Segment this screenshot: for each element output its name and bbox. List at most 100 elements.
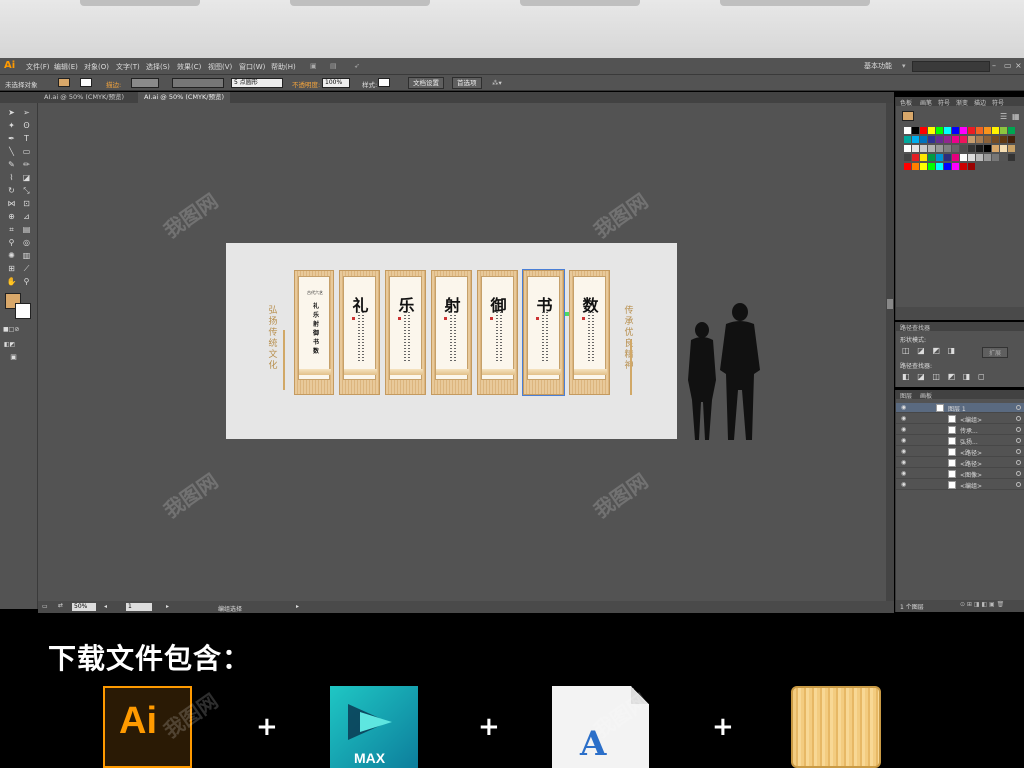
dropdown-icon[interactable]: ▾ xyxy=(902,62,906,70)
swatch[interactable] xyxy=(936,136,943,143)
lasso-tool-icon[interactable]: ʘ xyxy=(20,120,33,131)
menu-object[interactable]: 对象(O) xyxy=(84,62,109,72)
tab-stroke[interactable]: 描边 xyxy=(974,98,986,107)
swatch[interactable] xyxy=(1008,154,1015,161)
swatch[interactable] xyxy=(960,163,967,170)
swatch[interactable] xyxy=(904,154,911,161)
tab-gradient[interactable]: 渐变 xyxy=(956,98,968,107)
expand-button[interactable]: 扩展 xyxy=(982,347,1009,358)
swatch[interactable] xyxy=(984,127,991,134)
tab-symbols[interactable]: 符号 xyxy=(938,98,950,107)
visibility-eye-icon[interactable]: ◉ xyxy=(901,470,906,477)
menu-help[interactable]: 帮助(H) xyxy=(271,62,296,72)
swatch[interactable] xyxy=(920,127,927,134)
current-fill-icon[interactable] xyxy=(902,111,914,121)
swatch[interactable] xyxy=(904,127,911,134)
target-circle-icon[interactable] xyxy=(1016,482,1021,487)
swatch[interactable] xyxy=(976,145,983,152)
swatch[interactable] xyxy=(960,136,967,143)
tab-swatches[interactable]: 色板 xyxy=(900,98,912,107)
target-circle-icon[interactable] xyxy=(1016,416,1021,421)
send-icon[interactable]: ➶ xyxy=(354,62,360,70)
shape-mode-icons[interactable]: ◫ ◪ ◩ ◨ xyxy=(902,346,955,355)
panel-li[interactable]: 礼 xyxy=(339,270,380,395)
swatch[interactable] xyxy=(952,154,959,161)
blob-brush-tool-icon[interactable]: ⌇ xyxy=(5,172,18,183)
visibility-eye-icon[interactable]: ◉ xyxy=(901,448,906,455)
tab-symbols-2[interactable]: 符号 xyxy=(992,98,1004,107)
swatch[interactable] xyxy=(960,145,967,152)
brush-field[interactable]: 5 点圆形 xyxy=(231,78,283,88)
swatch[interactable] xyxy=(928,136,935,143)
eraser-tool-icon[interactable]: ◪ xyxy=(20,172,33,183)
grid-view-icon[interactable]: ▦ xyxy=(1012,112,1020,121)
swatch[interactable] xyxy=(944,136,951,143)
swatch[interactable] xyxy=(992,127,999,134)
swatch[interactable] xyxy=(928,145,935,152)
shape-builder-tool-icon[interactable]: ⊕ xyxy=(5,211,18,222)
swatch[interactable] xyxy=(1008,127,1015,134)
scroll-thumb[interactable] xyxy=(887,299,893,309)
target-circle-icon[interactable] xyxy=(1016,449,1021,454)
panel-yue[interactable]: 乐 xyxy=(385,270,426,395)
swatch[interactable] xyxy=(936,145,943,152)
tab-brushes[interactable]: 画笔 xyxy=(920,98,932,107)
page-field[interactable]: 1 xyxy=(126,603,152,611)
swatch[interactable] xyxy=(968,163,975,170)
swatch[interactable] xyxy=(960,154,967,161)
pathfinder-icons[interactable]: ◧ ◪ ◫ ◩ ◨ ◻ xyxy=(902,372,985,381)
status-arrow-icon[interactable]: ▸ xyxy=(296,603,299,610)
stroke-swatch[interactable] xyxy=(80,78,92,87)
swatch[interactable] xyxy=(984,154,991,161)
tab-layers[interactable]: 图层 xyxy=(900,391,912,400)
layer-row-top[interactable]: ◉ 图层 1 xyxy=(896,403,1024,413)
artboard-tool-icon[interactable]: ⊞ xyxy=(5,263,18,274)
swatch[interactable] xyxy=(928,154,935,161)
swatch[interactable] xyxy=(944,127,951,134)
swatch[interactable] xyxy=(904,136,911,143)
swatch[interactable] xyxy=(912,163,919,170)
opacity-label[interactable]: 不透明度: xyxy=(292,79,320,89)
swatch[interactable] xyxy=(944,145,951,152)
next-page-icon[interactable]: ▸ xyxy=(166,603,169,610)
target-circle-icon[interactable] xyxy=(1016,438,1021,443)
menu-view[interactable]: 视图(V) xyxy=(208,62,232,72)
arrange-icon[interactable]: ▤ xyxy=(330,62,337,70)
style-swatch[interactable] xyxy=(378,78,390,87)
tab-document-1[interactable]: AI.ai @ 50% (CMYK/预览) xyxy=(38,92,130,103)
swatch[interactable] xyxy=(936,163,943,170)
menu-window[interactable]: 窗口(W) xyxy=(239,62,265,72)
target-circle-icon[interactable] xyxy=(1016,460,1021,465)
layer-name[interactable]: 传承... xyxy=(960,426,978,435)
sublayer-row[interactable]: ◉ 弘扬... xyxy=(896,436,1024,446)
swatch[interactable] xyxy=(1008,145,1015,152)
swatch[interactable] xyxy=(1000,145,1007,152)
visibility-eye-icon[interactable]: ◉ xyxy=(901,426,906,433)
rectangle-tool-icon[interactable]: ▭ xyxy=(20,146,33,157)
swatch[interactable] xyxy=(920,154,927,161)
draw-mode-icon[interactable]: ◧◩ xyxy=(3,339,16,350)
sublayer-row[interactable]: ◉ <编组> xyxy=(896,480,1024,490)
fill-swatch[interactable] xyxy=(58,78,70,87)
layer-name[interactable]: <编组> xyxy=(960,415,982,424)
menu-edit[interactable]: 编辑(E) xyxy=(54,62,78,72)
zoom-field[interactable]: 50% xyxy=(72,603,96,611)
opacity-field[interactable]: 100% xyxy=(322,78,350,88)
layer-name[interactable]: 弘扬... xyxy=(960,437,978,446)
swatch[interactable] xyxy=(952,127,959,134)
swatch[interactable] xyxy=(904,163,911,170)
color-mode-icon[interactable]: ■□⊘ xyxy=(3,324,19,335)
swatch[interactable] xyxy=(968,154,975,161)
preferences-button[interactable]: 首选项 xyxy=(452,77,482,89)
free-transform-tool-icon[interactable]: ⊡ xyxy=(20,198,33,209)
document-setup-button[interactable]: 文档设置 xyxy=(408,77,444,89)
swatch[interactable] xyxy=(1000,136,1007,143)
width-tool-icon[interactable]: ⋈ xyxy=(5,198,18,209)
swatch[interactable] xyxy=(984,145,991,152)
swatch[interactable] xyxy=(928,127,935,134)
blend-tool-icon[interactable]: ◎ xyxy=(20,237,33,248)
perspective-grid-tool-icon[interactable]: ⊿ xyxy=(20,211,33,222)
layer-name[interactable]: 图层 1 xyxy=(948,404,966,413)
visibility-eye-icon[interactable]: ◉ xyxy=(901,437,906,444)
pen-tool-icon[interactable]: ✒ xyxy=(5,133,18,144)
